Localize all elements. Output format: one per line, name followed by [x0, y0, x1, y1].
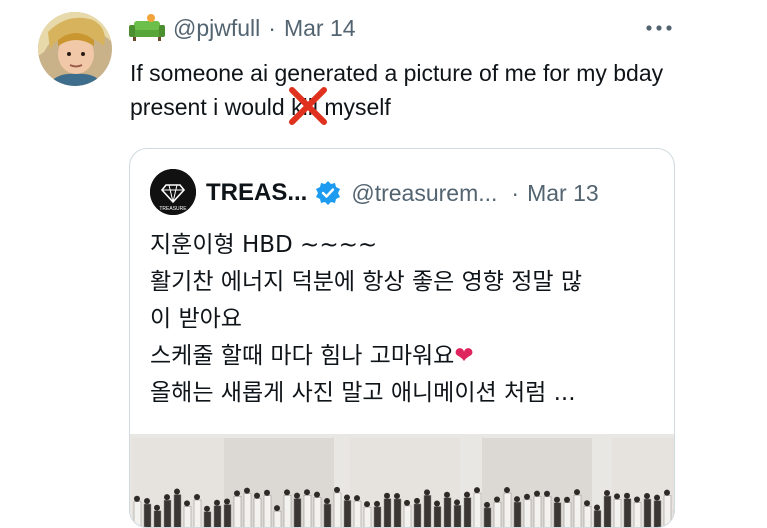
couch-icon [129, 14, 165, 41]
red-x-icon [289, 87, 328, 125]
tweet-date[interactable]: Mar 14 [284, 15, 356, 42]
struck-word: kill [289, 87, 328, 125]
header-separator: · [268, 14, 276, 41]
quoted-author-name[interactable]: TREAS... [206, 179, 307, 207]
quoted-line-1: 지훈이형 HBD ~~~~ [150, 232, 378, 258]
quoted-author-handle[interactable]: @treasurem... [351, 180, 497, 207]
quoted-author-avatar[interactable]: TREASURE [150, 169, 196, 215]
author-avatar[interactable] [38, 12, 112, 86]
quoted-tweet-text: 지훈이형 HBD ~~~~ 활기찬 에너지 덕분에 항상 좋은 영향 정말 많 이… [150, 227, 660, 412]
verified-badge-icon [316, 181, 341, 205]
tweet-text-before: If someone ai generated a picture of me … [130, 60, 664, 120]
more-horizontal-icon[interactable] [645, 22, 673, 34]
author-handle[interactable]: @pjwfull [173, 15, 260, 42]
quoted-avatar-label: TREASURE [159, 206, 187, 212]
tweet-header: @pjwfull · Mar 14 [129, 11, 356, 45]
quoted-tweet-header: TREAS... @treasurem... · Mar 13 [206, 175, 599, 211]
quoted-separator: · [511, 179, 520, 206]
quoted-line-4: 올해는 새롭게 사진 말고 애니메이션 처럼 ... [150, 380, 576, 406]
tweet-text: If someone ai generated a picture of me … [130, 56, 730, 125]
quoted-line-3: 스케줄 할때 마다 힘나 고마워요❤ [150, 343, 474, 369]
quoted-date[interactable]: Mar 13 [527, 180, 599, 207]
quoted-media-image[interactable] [130, 434, 674, 527]
quoted-line-2: 활기찬 에너지 덕분에 항상 좋은 영향 정말 많 이 받아요 [150, 269, 583, 332]
heart-icon: ❤ [454, 343, 474, 369]
quoted-tweet-card[interactable]: TREASURE TREAS... @treasurem... · Mar 13… [129, 148, 675, 528]
